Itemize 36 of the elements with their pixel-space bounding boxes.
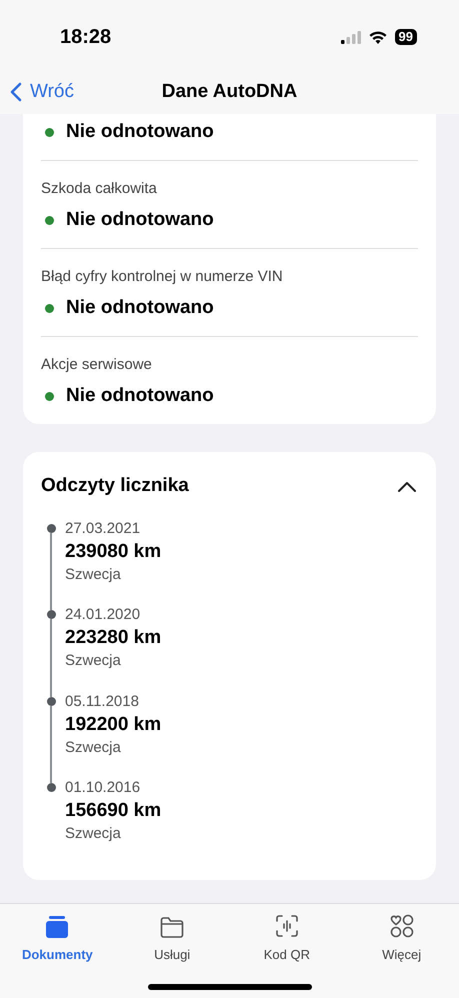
- reading-date: 05.11.2018: [65, 692, 140, 712]
- check-label: Akcje serwisowe: [41, 354, 153, 374]
- status-text: Nie odnotowano: [66, 208, 214, 232]
- reading-country: Szwecja: [65, 651, 122, 671]
- tab-bar-item[interactable]: Więcej: [344, 912, 459, 964]
- tab-bar-item[interactable]: Dokumenty: [0, 912, 115, 964]
- folder-icon: [160, 916, 184, 938]
- reading-mileage: 239080 km: [65, 540, 162, 564]
- reading-date: 24.01.2020: [65, 605, 142, 625]
- reading-country: Szwecja: [65, 738, 122, 758]
- signal-icon: [340, 30, 361, 44]
- tab-bar-item[interactable]: Usługi: [114, 912, 230, 964]
- stack-icon: [45, 916, 70, 938]
- clock: 18:28: [60, 25, 112, 50]
- wifi-icon: [368, 30, 387, 44]
- reading-country: Szwecja: [65, 564, 122, 584]
- section-title: Odczyty licznika: [41, 474, 189, 498]
- grid-icon: [390, 914, 414, 938]
- scan-icon: [274, 914, 299, 938]
- battery-indicator: 99: [394, 29, 417, 45]
- status-text: Nie odnotowano: [66, 120, 214, 144]
- reading-date: 01.10.2016: [65, 778, 142, 798]
- status-text: Nie odnotowano: [66, 296, 214, 320]
- check-label: Błąd cyfry kontrolnej w numerze VIN: [41, 266, 284, 286]
- reading-mileage: 192200 km: [65, 712, 162, 736]
- reading-date: 27.03.2021: [65, 518, 142, 538]
- chevron-up-icon: [398, 480, 416, 492]
- chevron-left-icon: [10, 82, 22, 102]
- tab-bar-item[interactable]: Kod QR: [230, 912, 344, 964]
- check-label: Szkoda całkowita: [41, 178, 158, 198]
- screen-title: Dane AutoDNA: [162, 80, 298, 104]
- reading-mileage: 223280 km: [65, 626, 162, 650]
- back-button[interactable]: Wróć: [10, 78, 74, 106]
- reading-mileage: 156690 km: [65, 799, 162, 823]
- reading-country: Szwecja: [65, 824, 122, 844]
- status-text: Nie odnotowano: [66, 384, 214, 408]
